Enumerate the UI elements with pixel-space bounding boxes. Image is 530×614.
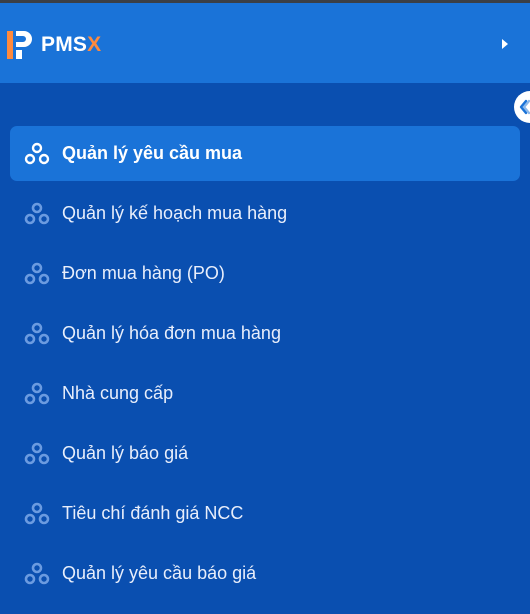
menu-item-label: Quản lý báo giá — [62, 443, 189, 463]
brand-accent: X — [87, 33, 102, 56]
menu-item-quotation-requests[interactable]: Quản lý yêu cầu báo giá — [10, 546, 520, 601]
chevron-left-icon — [519, 99, 530, 115]
brand-main: PMS — [41, 33, 88, 56]
sidebar-header: PMSX — [0, 3, 530, 83]
menu-item-label: Quản lý kế hoạch mua hàng — [62, 203, 288, 223]
caret-right-icon[interactable] — [500, 37, 510, 51]
menu-item-label: Nhà cung cấp — [62, 383, 174, 403]
three-circles-icon — [24, 442, 50, 465]
three-circles-icon — [24, 262, 50, 285]
menu-item-suppliers[interactable]: Nhà cung cấp — [10, 366, 520, 421]
three-circles-icon — [24, 202, 50, 225]
three-circles-icon — [24, 142, 50, 165]
menu-item-label: Tiêu chí đánh giá NCC — [62, 503, 244, 523]
menu-item-purchase-requests[interactable]: Quản lý yêu cầu mua — [10, 126, 520, 181]
menu-item-label: Đơn mua hàng (PO) — [62, 263, 225, 283]
menu-item-label: Quản lý hóa đơn mua hàng — [62, 323, 281, 343]
three-circles-icon — [24, 562, 50, 585]
brand-name: PMSX — [41, 33, 101, 57]
menu-item-supplier-criteria[interactable]: Tiêu chí đánh giá NCC — [10, 486, 520, 541]
menu-item-quotations[interactable]: Quản lý báo giá — [10, 426, 520, 481]
menu-item-purchase-orders[interactable]: Đơn mua hàng (PO) — [10, 246, 520, 301]
sidebar-menu: Quản lý yêu cầu mua Quản lý kế hoạch mua… — [10, 126, 520, 606]
three-circles-icon — [24, 502, 50, 525]
menu-item-label: Quản lý yêu cầu mua — [62, 143, 243, 163]
menu-item-purchase-plans[interactable]: Quản lý kế hoạch mua hàng — [10, 186, 520, 241]
menu-item-purchase-invoices[interactable]: Quản lý hóa đơn mua hàng — [10, 306, 520, 361]
three-circles-icon — [24, 322, 50, 345]
three-circles-icon — [24, 382, 50, 405]
pmsx-logo-icon — [7, 31, 32, 59]
menu-item-label: Quản lý yêu cầu báo giá — [62, 563, 257, 583]
